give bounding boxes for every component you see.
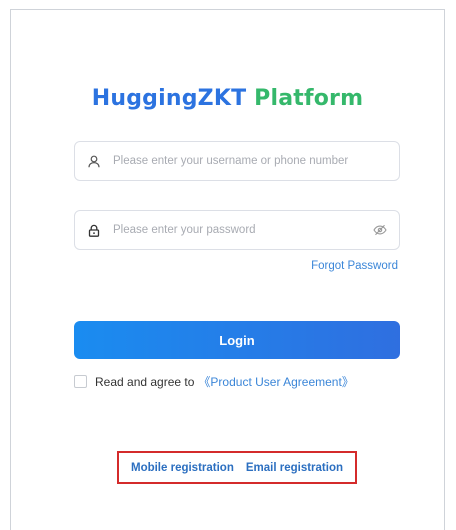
platform-title: HuggingZKT Platform [11, 86, 444, 111]
lock-icon [87, 223, 101, 237]
agreement-checkbox[interactable] [74, 375, 87, 388]
login-button[interactable]: Login [74, 321, 400, 359]
title-brand: HuggingZKT [91, 86, 247, 111]
title-platform: Platform [246, 86, 364, 111]
mobile-registration-link[interactable]: Mobile registration [131, 462, 234, 474]
eye-off-icon[interactable] [373, 223, 387, 237]
password-input[interactable]: Please enter your password [113, 224, 373, 236]
registration-links-highlight: Mobile registration Email registration [117, 451, 357, 484]
user-icon [87, 154, 101, 168]
password-field[interactable]: Please enter your password [74, 210, 400, 250]
username-field[interactable]: Please enter your username or phone numb… [74, 141, 400, 181]
username-input[interactable]: Please enter your username or phone numb… [113, 155, 399, 167]
email-registration-link[interactable]: Email registration [246, 462, 343, 474]
login-card: HuggingZKT Platform Please enter your us… [10, 9, 445, 530]
forgot-password-link[interactable]: Forgot Password [311, 260, 398, 272]
agreement-link[interactable]: 《Product User Agreement》 [198, 373, 353, 390]
agreement-row: Read and agree to 《Product User Agreemen… [74, 373, 354, 390]
agreement-text: Read and agree to [95, 374, 195, 389]
